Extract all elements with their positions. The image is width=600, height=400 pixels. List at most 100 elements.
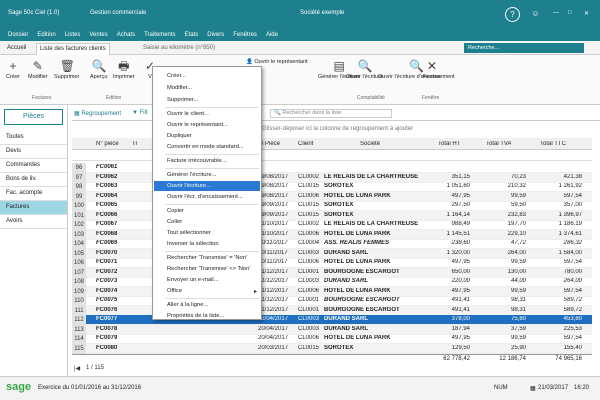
menu-listes[interactable]: Listes bbox=[65, 32, 81, 38]
menu-fenetres[interactable]: Fenêtres bbox=[233, 32, 257, 38]
open-payment-entry-button[interactable]: 🔍 Ouvrir l'écriture d'encaissement bbox=[378, 60, 455, 80]
context-menu-item[interactable]: Facture irrécouvrable... bbox=[167, 158, 227, 164]
menu-edition[interactable]: Edition bbox=[37, 32, 55, 38]
table-row[interactable]: 114 FC0079 20/04/2017 CL0006 HOTEL DE LUNA P… bbox=[72, 334, 592, 344]
sidebar-item-commandes[interactable]: Commandes bbox=[0, 159, 67, 173]
sidebar-item-bons-liv[interactable]: Bons de liv. bbox=[0, 173, 67, 187]
table-row[interactable]: 101 FC0066 29/09/2017 CL0015 SOROTEX 1 164,14… bbox=[72, 210, 592, 221]
minimize-button[interactable]: — bbox=[553, 10, 559, 16]
cell-piece: FC0078 bbox=[96, 325, 118, 332]
column-header-client[interactable]: Client bbox=[298, 141, 313, 147]
num-lock-indicator: NUM bbox=[494, 385, 508, 391]
table-row[interactable]: 113 FC0078 20/04/2017 CL0003 DURAND SARL 187,… bbox=[72, 324, 592, 335]
context-menu-item[interactable]: Générer l'écriture... bbox=[167, 172, 216, 178]
context-menu-item[interactable]: Rechercher 'Transmise' <> 'Non' bbox=[167, 266, 250, 272]
table-row[interactable]: 109 FC0074 31/12/2017 CL0006 HOTEL DE LUNA P… bbox=[72, 286, 592, 297]
cell-total-ttc: 286,32 bbox=[563, 240, 582, 246]
sidebar-item-avoirs[interactable]: Avoirs bbox=[0, 215, 67, 229]
column-header-tr[interactable]: Tr bbox=[132, 141, 137, 147]
context-menu-item[interactable]: Tout sélectionner bbox=[167, 230, 211, 236]
context-menu-item[interactable]: Inverser la sélection bbox=[167, 241, 219, 247]
context-menu-item[interactable]: Ouvrir l'écriture... bbox=[154, 181, 260, 191]
table-row[interactable]: 104 FC0069 30/11/2017 CL0004 ASS. REALIS FEM… bbox=[72, 239, 592, 249]
sidebar-item-devis[interactable]: Devis bbox=[0, 145, 67, 159]
context-menu-item[interactable]: Dupliquer bbox=[167, 133, 192, 139]
cell-total-ttc: 357,00 bbox=[563, 202, 582, 208]
column-header-total-ht[interactable]: Total HT bbox=[438, 141, 460, 147]
first-page-icon[interactable]: |◀ bbox=[74, 365, 80, 372]
menu-achats[interactable]: Achats bbox=[117, 32, 135, 38]
table-row[interactable]: 111 FC0076 31/12/2017 CL0001 BOURGOGNE ESCAR… bbox=[72, 305, 592, 316]
menu-etats[interactable]: Etats bbox=[185, 32, 199, 38]
maximize-button[interactable]: □ bbox=[568, 10, 572, 16]
table-row[interactable]: 98 FC0063 29/08/2017 CL0015 SOROTEX 1 051,60 2… bbox=[72, 182, 592, 192]
context-menu-item[interactable]: Ouvrir le représentant... bbox=[167, 122, 228, 128]
sidebar-item-toutes[interactable]: Toutes bbox=[0, 131, 67, 145]
menu-traitements[interactable]: Traitements bbox=[144, 32, 175, 38]
delete-button[interactable]: 🗑 Supprimer bbox=[54, 60, 79, 80]
context-menu-item[interactable]: Créer... bbox=[167, 73, 186, 79]
table-row[interactable]: 99 FC0064 29/08/2017 CL0006 HOTEL DE LUNA PA… bbox=[72, 191, 592, 202]
context-menu-item[interactable]: Propriétés de la liste... bbox=[167, 313, 224, 319]
cell-total-ttc: 421,38 bbox=[563, 173, 582, 180]
open-representative-button[interactable]: 👤 Ouvrir le représentant bbox=[246, 59, 308, 65]
regroupement-button[interactable]: ▦ Regroupement bbox=[74, 110, 121, 117]
cell-client: CL0002 bbox=[298, 173, 320, 180]
column-header-societe[interactable]: Société bbox=[360, 141, 380, 147]
account-icon[interactable]: ☺ bbox=[528, 7, 543, 22]
tab-liste-factures[interactable]: Liste des factures clients bbox=[36, 43, 110, 55]
sidebar-item-fac-acompte[interactable]: Fac. acompte bbox=[0, 187, 67, 201]
tab-accueil[interactable]: Accueil bbox=[4, 43, 29, 55]
table-row[interactable]: 112 FC0077 13/04/2017 CL0003 DURAND SARL 378,… bbox=[72, 315, 592, 325]
context-menu-item[interactable]: Modifier... bbox=[167, 85, 192, 91]
context-menu-item[interactable]: Ouvrir l'écr. d'encaissement... bbox=[167, 194, 243, 200]
cell-total-ttc: 589,72 bbox=[563, 297, 582, 303]
menu-dossier[interactable]: Dossier bbox=[8, 32, 28, 38]
table-row[interactable]: 105 FC0070 30/11/2017 CL0003 DURAND SARL 1 32… bbox=[72, 248, 592, 259]
menu-separator bbox=[165, 168, 259, 169]
sidebar-item-factures[interactable]: Factures bbox=[0, 201, 67, 215]
context-menu-item[interactable]: Rechercher 'Transmise' = 'Non' bbox=[167, 255, 247, 261]
context-menu-item[interactable]: Aller à la ligne... bbox=[167, 302, 208, 308]
context-menu-item[interactable]: Envoyer un e-mail... bbox=[167, 277, 219, 283]
context-menu-item[interactable]: Coller bbox=[167, 219, 182, 225]
menu-divers[interactable]: Divers bbox=[207, 32, 224, 38]
context-menu-item[interactable]: Ouvrir le client... bbox=[167, 111, 209, 117]
cell-total-tva: 99,59 bbox=[510, 287, 526, 294]
context-menu-item[interactable]: Copier bbox=[167, 208, 184, 214]
table-row[interactable]: 107 FC0072 31/12/2017 CL0001 BOURGOGNE ESCAR… bbox=[72, 267, 592, 278]
table-row[interactable]: 115 FC0080 20/03/2017 CL0015 SOROTEX 129,50 25… bbox=[72, 343, 592, 354]
search-input[interactable]: Recherche... bbox=[464, 43, 584, 53]
context-menu-item[interactable]: Convertir en mode standard... bbox=[167, 144, 244, 150]
context-menu-item[interactable]: Office bbox=[167, 288, 182, 294]
table-row[interactable]: 110 FC0075 31/12/2017 CL0001 BOURGOGNE ESCAR… bbox=[72, 296, 592, 306]
close-window-button[interactable]: ✕ Fermer bbox=[423, 60, 441, 80]
column-header-total-ttc[interactable]: Total TTC bbox=[540, 141, 566, 147]
menu-ventes[interactable]: Ventes bbox=[89, 32, 107, 38]
column-header-piece[interactable]: N° pièce bbox=[96, 141, 119, 147]
table-row[interactable]: 97 FC0062 29/08/2017 CL0002 LE RELAIS DE LA … bbox=[72, 172, 592, 183]
preview-button[interactable]: 🔍 Aperçu bbox=[90, 60, 107, 80]
close-button[interactable]: ✕ bbox=[584, 10, 589, 17]
filter-row[interactable] bbox=[72, 150, 592, 161]
row-number: 111 bbox=[72, 305, 86, 316]
cell-total-tva: 70,23 bbox=[510, 173, 526, 180]
create-button[interactable]: + Créer bbox=[6, 60, 20, 80]
table-row[interactable]: 103 FC0068 31/10/2017 CL0006 HOTEL DE LUNA P… bbox=[72, 229, 592, 240]
list-search-input[interactable]: 🔍 Rechercher dans la liste bbox=[270, 109, 392, 118]
column-header-date[interactable]: e Pièce bbox=[260, 141, 280, 147]
column-header-total-tva[interactable]: Total TVA bbox=[486, 141, 511, 147]
table-row[interactable]: 100 FC0065 29/09/2017 CL0015 SOROTEX 297,50 59… bbox=[72, 201, 592, 211]
table-row[interactable]: 108 FC0073 31/12/2017 CL0003 DURAND SARL 220,… bbox=[72, 277, 592, 287]
table-row[interactable]: 106 FC0071 30/11/2017 CL0006 HOTEL DE LUNA P… bbox=[72, 258, 592, 268]
modify-button[interactable]: ✎ Modifier bbox=[28, 60, 48, 80]
menu-aide[interactable]: Aide bbox=[266, 32, 278, 38]
context-menu-item[interactable]: Supprimer... bbox=[167, 97, 198, 103]
cell-societe: SOROTEX bbox=[324, 202, 354, 208]
table-row[interactable]: 102 FC0067 31/10/2017 CL0002 LE RELAIS DE LA… bbox=[72, 220, 592, 230]
help-icon[interactable]: ? bbox=[505, 7, 520, 22]
tab-saisie-kilometre[interactable]: Saisie au kilomètre (n°850) bbox=[140, 43, 218, 55]
filter-button[interactable]: ▼ Filt bbox=[132, 110, 148, 116]
table-row[interactable]: 96 FC0061 bbox=[72, 163, 592, 173]
print-button[interactable]: 🖶 Imprimer bbox=[113, 60, 135, 80]
